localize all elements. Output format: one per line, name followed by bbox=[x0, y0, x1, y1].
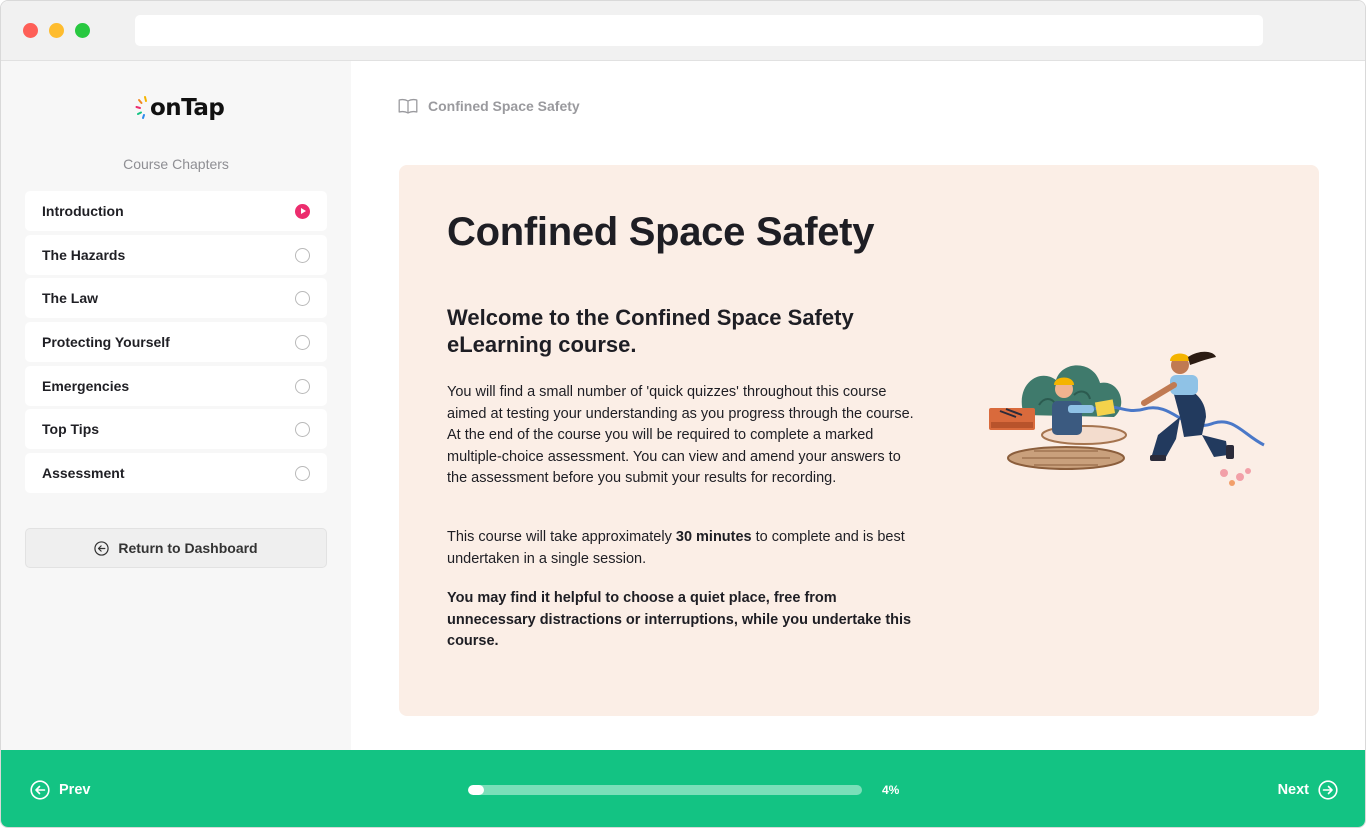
chapter-top-tips[interactable]: Top Tips bbox=[25, 409, 327, 449]
chapter-introduction[interactable]: Introduction bbox=[25, 191, 327, 231]
chapter-label: Protecting Yourself bbox=[42, 334, 170, 350]
chapter-label: Emergencies bbox=[42, 378, 130, 394]
chapter-the-law[interactable]: The Law bbox=[25, 278, 327, 318]
logo-sunburst-icon bbox=[135, 96, 147, 119]
advice-paragraph: You may find it helpful to choose a quie… bbox=[447, 590, 912, 650]
chapter-assessment[interactable]: Assessment bbox=[25, 453, 327, 493]
incomplete-circle-icon bbox=[295, 422, 310, 437]
incomplete-circle-icon bbox=[295, 379, 310, 394]
workers-manhole-illustration bbox=[989, 351, 1265, 486]
duration-text-before: This course will take approximately bbox=[447, 529, 676, 545]
page-title: Confined Space Safety bbox=[447, 210, 875, 254]
next-button[interactable]: Next bbox=[1278, 779, 1338, 801]
chapter-label: Assessment bbox=[42, 465, 125, 481]
logo-text: onTap bbox=[150, 95, 225, 121]
book-open-icon bbox=[398, 98, 418, 114]
breadcrumb: Confined Space Safety bbox=[398, 96, 580, 116]
incomplete-circle-icon bbox=[295, 248, 310, 263]
incomplete-circle-icon bbox=[295, 335, 310, 350]
duration-value: 30 minutes bbox=[675, 529, 752, 545]
maximize-window-button[interactable] bbox=[75, 23, 90, 38]
duration-paragraph: This course will take approximately 30 m… bbox=[447, 527, 917, 570]
close-window-button[interactable] bbox=[23, 23, 38, 38]
course-progress-fill bbox=[468, 785, 484, 795]
course-progress-percent: 4% bbox=[882, 783, 900, 797]
prev-button[interactable]: Prev bbox=[30, 779, 90, 801]
arrow-left-circle-icon bbox=[30, 780, 50, 800]
browser-window: onTap Course Chapters Introduction The H… bbox=[0, 0, 1366, 828]
chapter-protecting-yourself[interactable]: Protecting Yourself bbox=[25, 322, 327, 362]
chapter-emergencies[interactable]: Emergencies bbox=[25, 366, 327, 406]
chapter-label: Top Tips bbox=[42, 421, 100, 437]
prev-label: Prev bbox=[59, 782, 91, 798]
welcome-heading: Welcome to the Confined Space Safety eLe… bbox=[447, 305, 854, 357]
intro-content-card: Confined Space Safety Welcome to the Con… bbox=[399, 165, 1319, 716]
course-progress-bar bbox=[468, 785, 862, 795]
chapter-label: The Hazards bbox=[42, 247, 126, 263]
arrow-right-circle-icon bbox=[1318, 780, 1338, 800]
arrow-left-circle-icon bbox=[94, 540, 110, 556]
breadcrumb-course-title[interactable]: Confined Space Safety bbox=[428, 98, 580, 114]
next-label: Next bbox=[1277, 782, 1309, 798]
return-to-dashboard-label: Return to Dashboard bbox=[118, 540, 258, 556]
intro-paragraph: You will find a small number of 'quick q… bbox=[447, 384, 914, 487]
ontap-logo[interactable]: onTap bbox=[135, 91, 225, 125]
chapter-label: The Law bbox=[42, 290, 99, 306]
current-chapter-play-icon bbox=[295, 204, 310, 219]
chapter-the-hazards[interactable]: The Hazards bbox=[25, 235, 327, 275]
address-bar[interactable] bbox=[135, 15, 1263, 46]
incomplete-circle-icon bbox=[295, 466, 310, 481]
minimize-window-button[interactable] bbox=[49, 23, 64, 38]
chapter-label: Introduction bbox=[42, 203, 124, 219]
course-chapters-heading: Course Chapters bbox=[123, 156, 229, 172]
browser-titlebar bbox=[1, 1, 1365, 61]
return-to-dashboard-button[interactable]: Return to Dashboard bbox=[25, 528, 327, 568]
footer-navigation-bar: Prev 4% Next bbox=[1, 750, 1365, 827]
incomplete-circle-icon bbox=[295, 291, 310, 306]
